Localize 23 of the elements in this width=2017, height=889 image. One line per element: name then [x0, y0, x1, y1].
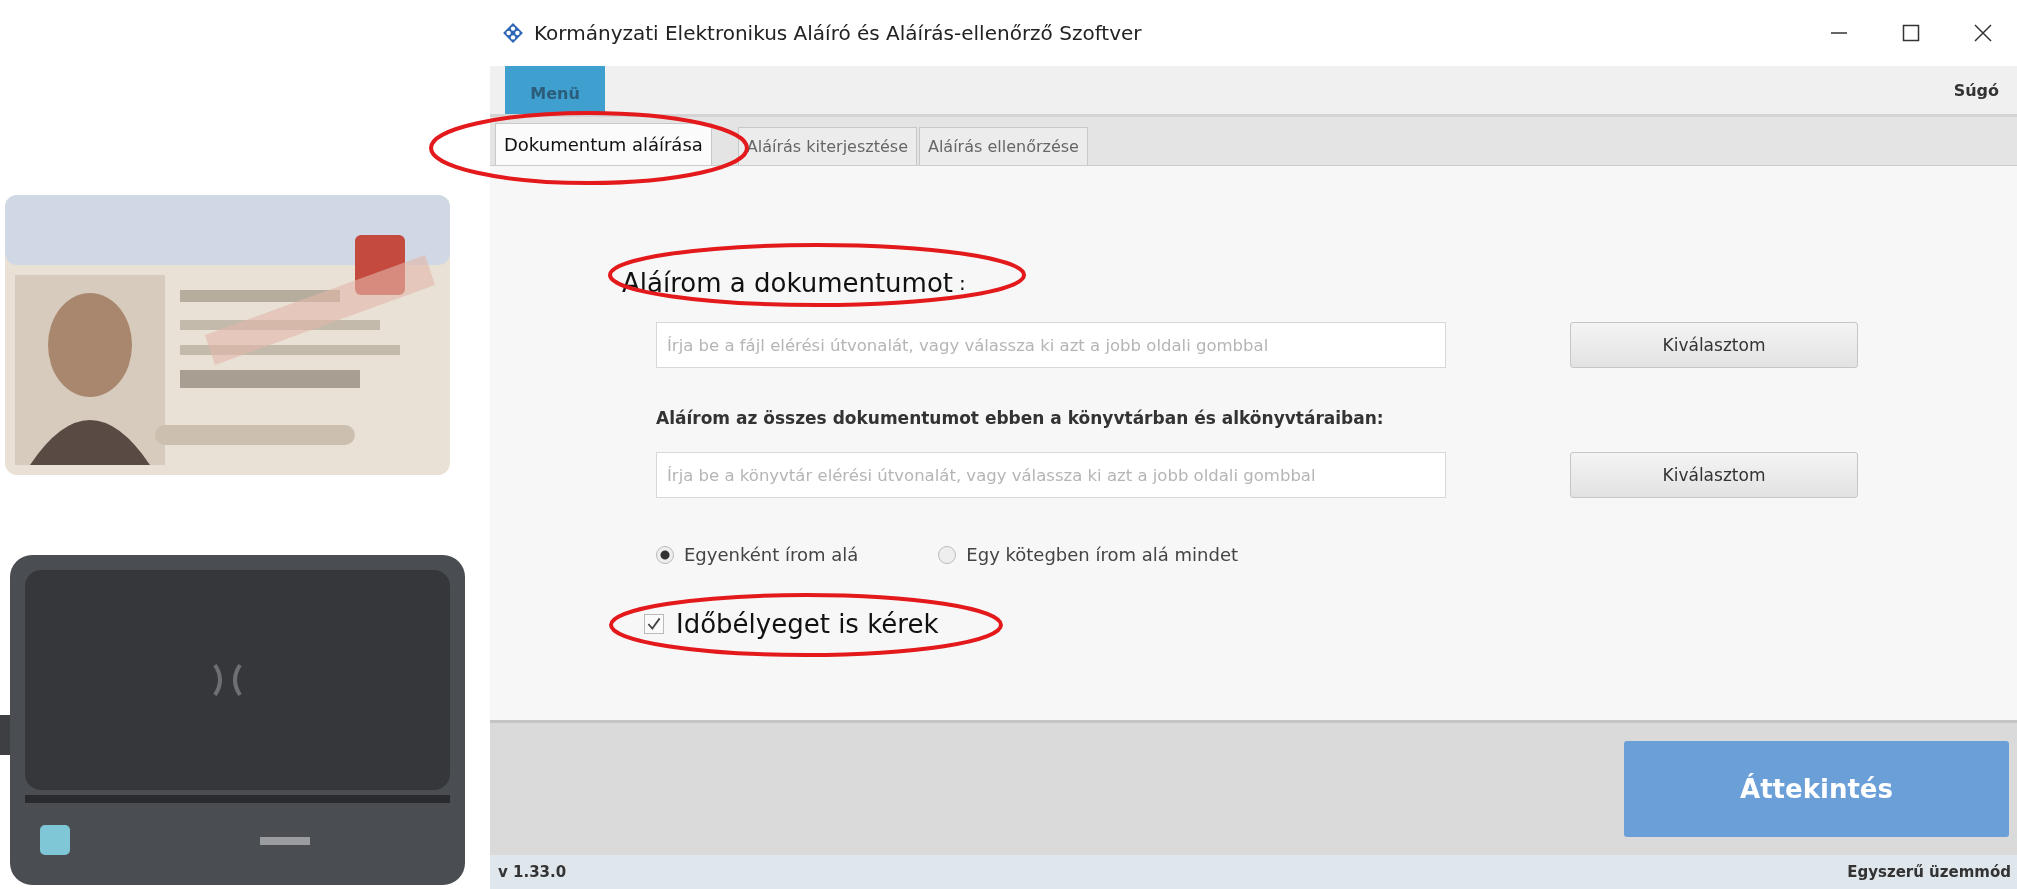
tab[interactable]: Aláírás ellenőrzése	[918, 127, 1088, 165]
choose-button[interactable]: Kiválasztom	[1570, 322, 1858, 368]
tab[interactable]: Aláírás kiterjesztése	[737, 127, 917, 165]
radio-button[interactable]	[938, 545, 957, 564]
help-link[interactable]: Súgó	[1953, 66, 2017, 114]
window-title: Kormányzati Elektronikus Aláíró és Aláírás-ellenőrző Szoftver	[534, 21, 1142, 45]
folder-path-field[interactable]: Írja be a könyvtár elérési útvonalát, vagy válassza ki azt a jobb oldali gombbal	[656, 452, 1446, 498]
close-icon[interactable]	[1973, 23, 1993, 43]
maximize-icon[interactable]	[1901, 23, 1921, 43]
mode-text: Egyszerű üzemmód	[1847, 863, 2011, 881]
heading-colon: :	[959, 271, 966, 295]
checkbox-label: Időbélyeget is kérek	[676, 609, 939, 639]
section-heading: Aláírom a dokumentumot	[622, 268, 954, 298]
version-text: v 1.33.0	[498, 863, 567, 881]
diamond-icon	[502, 22, 524, 44]
file-path-field[interactable]: Írja be a fájl elérési útvonalát, vagy válassza ki azt a jobb oldali gombbal	[656, 322, 1446, 368]
radio-button[interactable]	[656, 545, 674, 564]
radio-label: Egy kötegben írom alá mindet	[966, 544, 1239, 565]
radio-label: Egyenként írom alá	[684, 544, 859, 565]
checkbox[interactable]	[644, 614, 664, 634]
folder-label: Aláírom az összes dokumentumot ebben a könyvtárban és alkönyvtáraiban:	[656, 408, 1385, 428]
choose-button[interactable]: Kiválasztom	[1570, 452, 1858, 498]
tab[interactable]: Dokumentum aláírása	[495, 123, 712, 165]
